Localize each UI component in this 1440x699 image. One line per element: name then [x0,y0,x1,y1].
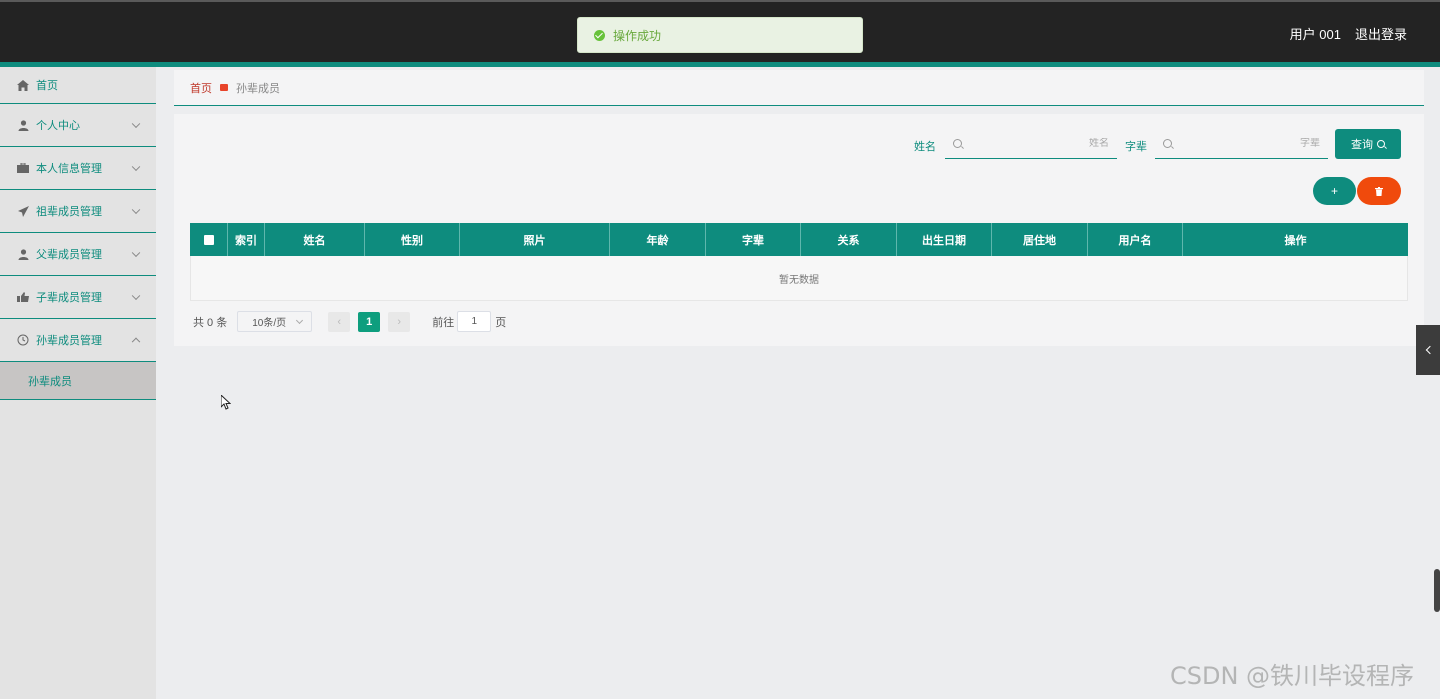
column-header[interactable]: 索引 [228,223,265,256]
breadcrumb-separator-icon [220,84,228,91]
column-header[interactable]: 关系 [801,223,897,256]
chevron-right-icon: › [397,315,402,328]
zibei-search-field[interactable] [1155,129,1328,159]
username-label[interactable]: 用户 001 [1290,24,1341,43]
sidebar-item-parents[interactable]: 父辈成员管理 [0,233,156,276]
plus-icon: + [1330,184,1338,198]
breadcrumb-current: 孙辈成员 [236,82,280,95]
chevron-down-icon [131,205,141,215]
column-header[interactable]: 照片 [460,223,610,256]
select-all-cell [190,223,228,256]
query-button[interactable]: 查询 [1335,129,1401,159]
column-header: 操作 [1284,234,1307,247]
members-table: 索引 姓名 性别 照片 年龄 字辈 关系 出生日期 居住地 用户名 操作 暂无数… [190,223,1408,301]
chevron-left-icon [1425,345,1434,355]
sidebar-item-children[interactable]: 子辈成员管理 [0,276,156,319]
chevron-down-icon [131,162,141,172]
side-panel-toggle[interactable] [1416,325,1440,375]
content-card: 姓名 字辈 查询 + 索引 姓名 性别 照片 年龄 字辈 关系 出生日期 居住地 [174,114,1424,346]
table-empty-row: 暂无数据 [190,256,1408,301]
page-size-select[interactable]: 10条/页 [237,311,313,332]
success-toast: 操作成功 [577,17,863,53]
sidebar-item-grandparents[interactable]: 祖辈成员管理 [0,190,156,233]
query-button-label: 查询 [1351,139,1373,151]
sidebar-item-home[interactable]: 首页 [0,67,156,104]
chevron-left-icon: ‹ [337,315,342,328]
user-icon [17,119,29,131]
zibei-search-label: 字辈 [1125,141,1147,153]
column-header[interactable]: 出生日期 [897,223,992,256]
thumbs-up-icon [17,291,29,303]
pagination-total: 共 0 条 [193,316,228,329]
page-size-value: 10条/页 [252,318,287,329]
search-icon [953,139,962,148]
chevron-down-icon [131,248,141,258]
sidebar-item-grandchildren[interactable]: 孙辈成员管理 [0,319,156,362]
table-header: 索引 姓名 性别 照片 年龄 字辈 关系 出生日期 居住地 用户名 操作 [190,223,1408,256]
page-number-button[interactable]: 1 [358,311,381,332]
home-icon [17,79,29,91]
watermark-text: CSDN @铁川毕设程序 [1170,662,1415,690]
trash-icon [1375,186,1383,196]
header-accent-bar [0,62,1440,67]
breadcrumb: 首页 孙辈成员 [174,70,1424,106]
sidebar-item-self-info[interactable]: 本人信息管理 [0,147,156,190]
sidebar-subitem-grandchild-members[interactable]: 孙辈成员 [0,362,156,400]
chevron-down-icon [131,291,141,301]
user-area: 用户 001 退出登录 [1290,24,1407,43]
clock-icon [17,334,29,346]
logout-button[interactable]: 退出登录 [1355,24,1407,43]
user-icon [17,248,29,260]
column-header[interactable]: 性别 [365,223,460,256]
delete-button[interactable] [1357,177,1401,205]
goto-label: 前往 [432,316,455,329]
name-search-field[interactable] [945,129,1117,159]
column-header[interactable]: 姓名 [265,223,365,256]
scrollbar-thumb[interactable] [1434,569,1440,612]
select-all-checkbox[interactable] [203,234,214,245]
sidebar-item-personal-center[interactable]: 个人中心 [0,104,156,147]
page-suffix-label: 页 [495,316,507,329]
sidebar-item-label: 父辈成员管理 [36,249,102,261]
chevron-up-icon [131,337,141,347]
sidebar-item-label: 首页 [36,80,58,92]
column-header[interactable]: 居住地 [992,223,1088,256]
check-circle-icon [594,29,605,41]
sidebar-item-label: 子辈成员管理 [36,292,102,304]
search-icon [1377,140,1385,148]
search-icon [1163,139,1172,148]
add-button[interactable]: + [1313,177,1356,205]
sidebar-item-label: 个人中心 [36,120,80,132]
name-search-label: 姓名 [914,141,936,153]
chevron-down-icon [131,119,141,129]
breadcrumb-home-link[interactable]: 首页 [190,80,212,96]
column-header[interactable]: 用户名 [1088,223,1183,256]
goto-page-input[interactable]: 1 [457,311,492,332]
empty-text: 暂无数据 [779,274,819,286]
sidebar-item-label: 孙辈成员管理 [36,335,102,347]
column-header[interactable]: 字辈 [706,223,801,256]
sidebar-item-label: 本人信息管理 [36,163,102,175]
pagination: 共 0 条 10条/页 ‹ 1 › 前往 1 页 [193,311,506,332]
sidebar-subitem-label: 孙辈成员 [28,375,72,388]
sidebar: 首页 个人中心 本人信息管理 祖辈成员管理 父辈成员管理 子辈成员管理 孙辈成员… [0,67,156,699]
next-page-button[interactable]: › [388,311,411,332]
column-header[interactable]: 年龄 [610,223,706,256]
send-icon [17,205,29,217]
sidebar-item-label: 祖辈成员管理 [36,206,102,218]
briefcase-icon [17,162,29,174]
name-search-input[interactable] [962,138,1109,149]
prev-page-button[interactable]: ‹ [328,311,351,332]
toast-message: 操作成功 [613,28,662,43]
zibei-search-input[interactable] [1172,138,1320,149]
